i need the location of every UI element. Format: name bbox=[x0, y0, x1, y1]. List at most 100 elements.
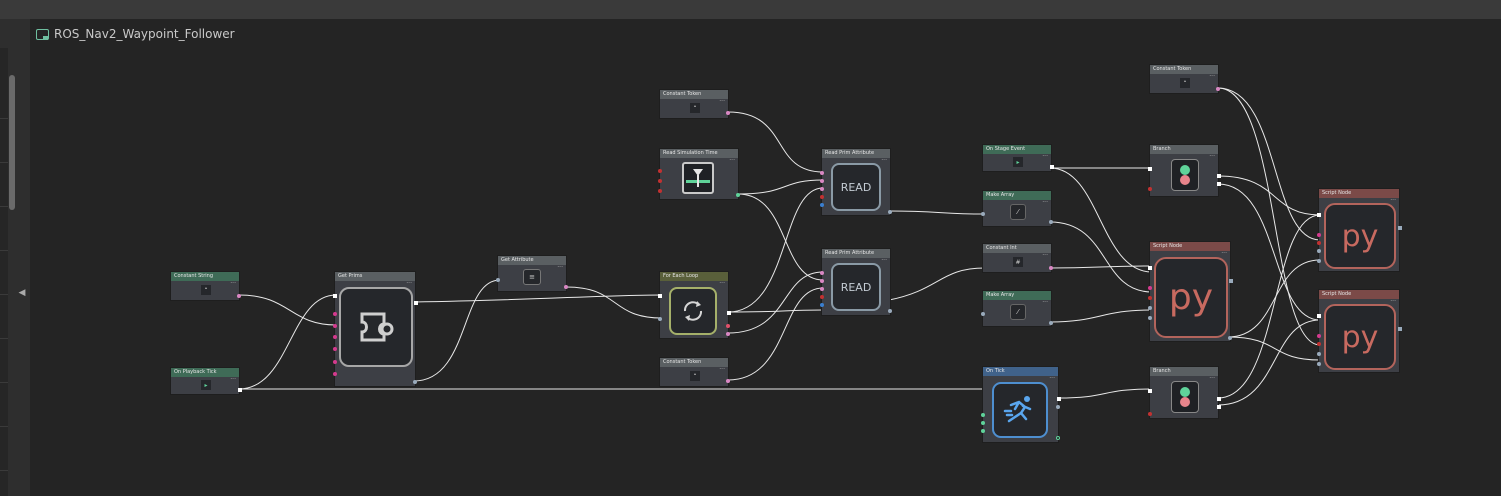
node-menu-icon[interactable]: ··· bbox=[1049, 376, 1055, 382]
exec-output-port[interactable] bbox=[1217, 405, 1221, 409]
node-menu-icon[interactable]: ··· bbox=[1042, 200, 1048, 206]
input-port[interactable] bbox=[981, 421, 985, 425]
input-port[interactable] bbox=[333, 347, 337, 351]
node-menu-icon[interactable]: ··· bbox=[557, 265, 563, 271]
node-constant-int[interactable]: Constant Int ··· # bbox=[982, 243, 1053, 273]
output-port[interactable] bbox=[1216, 87, 1220, 91]
node-menu-icon[interactable]: ··· bbox=[881, 258, 887, 264]
input-port[interactable] bbox=[820, 195, 824, 199]
input-port[interactable] bbox=[658, 189, 662, 193]
output-port[interactable] bbox=[1398, 327, 1402, 331]
input-port[interactable] bbox=[981, 413, 985, 417]
node-menu-icon[interactable]: ··· bbox=[1042, 300, 1048, 306]
output-port[interactable] bbox=[1229, 279, 1233, 283]
input-port[interactable] bbox=[1317, 249, 1321, 253]
output-port[interactable] bbox=[726, 379, 730, 383]
input-port[interactable] bbox=[1148, 296, 1152, 300]
node-on-stage-event[interactable]: On Stage Event ··· ▸ bbox=[982, 144, 1054, 172]
exec-input-port[interactable] bbox=[1148, 266, 1152, 270]
node-menu-icon[interactable]: ··· bbox=[1221, 251, 1227, 257]
input-port[interactable] bbox=[981, 212, 985, 216]
input-port[interactable] bbox=[658, 169, 662, 173]
node-menu-icon[interactable]: ··· bbox=[1390, 198, 1396, 204]
node-get-prims[interactable]: Get Prims ··· bbox=[333, 271, 418, 387]
exec-output-port[interactable] bbox=[727, 311, 731, 315]
node-branch[interactable]: Branch ··· bbox=[1148, 366, 1221, 419]
input-port[interactable] bbox=[981, 312, 985, 316]
input-port[interactable] bbox=[333, 372, 337, 376]
output-port[interactable] bbox=[736, 193, 740, 197]
output-port[interactable] bbox=[726, 111, 730, 115]
exec-output-port[interactable] bbox=[1217, 182, 1221, 186]
input-port[interactable] bbox=[496, 278, 500, 282]
input-port[interactable] bbox=[333, 324, 337, 328]
exec-input-port[interactable] bbox=[1148, 167, 1152, 171]
node-constant-token[interactable]: Constant Token ··· “ bbox=[659, 357, 730, 387]
input-port[interactable] bbox=[820, 295, 824, 299]
input-port[interactable] bbox=[333, 312, 337, 316]
input-port[interactable] bbox=[1317, 259, 1321, 263]
node-constant-token[interactable]: Constant Token ··· “ bbox=[659, 89, 730, 119]
node-menu-icon[interactable]: ··· bbox=[1209, 154, 1215, 160]
exec-input-port[interactable] bbox=[1148, 389, 1152, 393]
node-menu-icon[interactable]: ··· bbox=[729, 158, 735, 164]
input-port[interactable] bbox=[1317, 334, 1321, 338]
input-port[interactable] bbox=[1148, 286, 1152, 290]
input-port[interactable] bbox=[820, 203, 824, 207]
node-menu-icon[interactable]: ··· bbox=[1209, 376, 1215, 382]
output-port[interactable] bbox=[1049, 266, 1053, 270]
node-get-attribute[interactable]: Get Attribute ··· ≡ bbox=[496, 255, 568, 292]
input-port[interactable] bbox=[1148, 306, 1152, 310]
exec-input-port[interactable] bbox=[1317, 213, 1321, 217]
node-menu-icon[interactable]: ··· bbox=[230, 281, 236, 287]
input-port[interactable] bbox=[1148, 412, 1152, 416]
input-port[interactable] bbox=[333, 335, 337, 339]
exec-input-port[interactable] bbox=[658, 294, 662, 298]
exec-input-port[interactable] bbox=[333, 294, 337, 298]
exec-output-port[interactable] bbox=[414, 301, 418, 305]
exec-output-port[interactable] bbox=[1217, 397, 1221, 401]
input-port[interactable] bbox=[658, 317, 662, 321]
input-port[interactable] bbox=[820, 179, 824, 183]
exec-output-port[interactable] bbox=[1057, 397, 1061, 401]
output-port[interactable] bbox=[888, 309, 892, 313]
node-menu-icon[interactable]: ··· bbox=[1390, 299, 1396, 305]
node-menu-icon[interactable]: ··· bbox=[719, 281, 725, 287]
node-menu-icon[interactable]: ··· bbox=[406, 281, 412, 287]
node-make-array[interactable]: Make Array ··· ⁄ bbox=[981, 190, 1053, 227]
input-port[interactable] bbox=[820, 187, 824, 191]
node-on-playback-tick[interactable]: On Playback Tick ··· ▸ bbox=[170, 367, 242, 395]
input-port[interactable] bbox=[1317, 352, 1321, 356]
output-port[interactable] bbox=[1056, 405, 1060, 409]
node-script-node[interactable]: Script Node ··· py bbox=[1317, 289, 1402, 373]
input-port[interactable] bbox=[820, 171, 824, 175]
node-read-simulation-time[interactable]: Read Simulation Time ··· bbox=[658, 148, 740, 200]
node-script-node[interactable]: Script Node ··· py bbox=[1148, 241, 1233, 342]
node-menu-icon[interactable]: ··· bbox=[881, 158, 887, 164]
node-branch[interactable]: Branch ··· bbox=[1148, 144, 1221, 197]
input-port[interactable] bbox=[820, 271, 824, 275]
input-port[interactable] bbox=[333, 360, 337, 364]
node-read-prim-attribute[interactable]: Read Prim Attribute ··· READ bbox=[820, 148, 892, 216]
output-port[interactable] bbox=[1049, 321, 1053, 325]
node-menu-icon[interactable]: ··· bbox=[1042, 154, 1048, 160]
exec-output-port[interactable] bbox=[1050, 165, 1054, 169]
exec-input-port[interactable] bbox=[1317, 314, 1321, 318]
input-port[interactable] bbox=[1148, 187, 1152, 191]
input-port[interactable] bbox=[1317, 233, 1321, 237]
output-port[interactable] bbox=[1049, 220, 1053, 224]
exec-output-port[interactable] bbox=[1217, 174, 1221, 178]
input-port[interactable] bbox=[658, 179, 662, 183]
node-constant-string[interactable]: Constant String ··· “ bbox=[170, 271, 241, 301]
output-port[interactable] bbox=[413, 380, 417, 384]
node-for-each-loop[interactable]: For Each Loop ··· bbox=[658, 271, 731, 339]
node-menu-icon[interactable]: ··· bbox=[719, 367, 725, 373]
node-constant-token[interactable]: Constant Token ··· “ bbox=[1149, 64, 1220, 94]
input-port[interactable] bbox=[1317, 342, 1321, 346]
node-make-array[interactable]: Make Array ··· ⁄ bbox=[981, 290, 1053, 327]
node-script-node[interactable]: Script Node ··· py bbox=[1317, 188, 1402, 272]
input-port[interactable] bbox=[981, 429, 985, 433]
input-port[interactable] bbox=[820, 279, 824, 283]
node-menu-icon[interactable]: ··· bbox=[1209, 74, 1215, 80]
input-port[interactable] bbox=[1148, 316, 1152, 320]
